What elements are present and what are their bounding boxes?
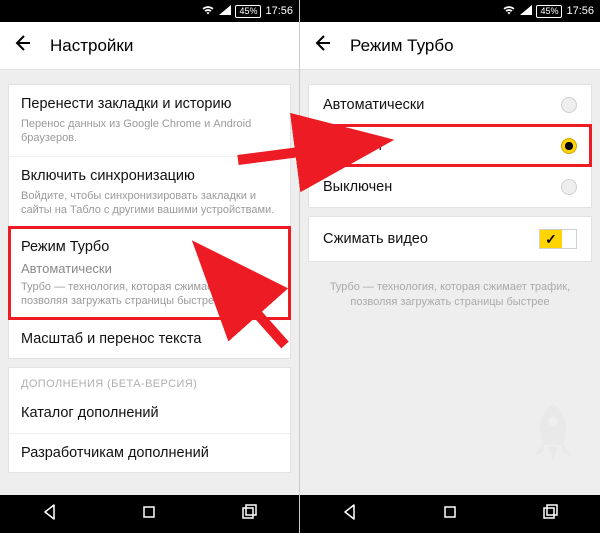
option-label: Включен bbox=[323, 138, 382, 154]
setting-value: Автоматически bbox=[21, 261, 278, 276]
android-navbar bbox=[300, 495, 600, 533]
android-navbar bbox=[0, 495, 299, 533]
option-label: Автоматически bbox=[323, 97, 424, 113]
setting-label: Включить синхронизацию bbox=[21, 167, 278, 185]
page-title: Режим Турбо bbox=[350, 36, 454, 56]
status-time: 17:56 bbox=[265, 5, 293, 17]
status-time: 17:56 bbox=[566, 5, 594, 17]
signal-icon bbox=[520, 5, 532, 18]
rocket-icon bbox=[518, 398, 588, 473]
wifi-icon bbox=[502, 5, 516, 18]
signal-icon bbox=[219, 5, 231, 18]
setting-turbo-mode[interactable]: Режим Турбо Автоматически Турбо — технол… bbox=[9, 227, 290, 319]
back-icon[interactable] bbox=[12, 33, 32, 59]
option-label: Выключен bbox=[323, 179, 392, 195]
option-compress-video[interactable]: Сжимать видео ✓ bbox=[309, 217, 591, 261]
turbo-content: Автоматически Включен Выключен Сжимать в… bbox=[300, 70, 600, 495]
nav-recent-icon[interactable] bbox=[240, 503, 258, 526]
battery-level: 45% bbox=[536, 5, 562, 18]
setting-desc: Турбо — технология, которая сжимает траф… bbox=[21, 280, 278, 310]
setting-label: Режим Турбо bbox=[21, 238, 278, 256]
page-title: Настройки bbox=[50, 36, 133, 56]
nav-home-icon[interactable] bbox=[441, 503, 459, 526]
screen-turbo-mode: 45% 17:56 Режим Турбо Автоматически Вклю… bbox=[300, 0, 600, 533]
check-icon: ✓ bbox=[540, 230, 562, 248]
screen-settings: 45% 17:56 Настройки Перенести закладки и… bbox=[0, 0, 300, 533]
battery-level: 45% bbox=[235, 5, 261, 18]
toggle-switch[interactable]: ✓ bbox=[539, 229, 577, 249]
radio-icon bbox=[561, 179, 577, 195]
status-bar: 45% 17:56 bbox=[300, 0, 600, 22]
nav-home-icon[interactable] bbox=[140, 503, 158, 526]
setting-enable-sync[interactable]: Включить синхронизацию Войдите, чтобы си… bbox=[9, 156, 290, 228]
wifi-icon bbox=[201, 5, 215, 18]
turbo-info-text: Турбо — технология, которая сжимает траф… bbox=[300, 270, 600, 320]
setting-label: Разработчикам дополнений bbox=[21, 444, 278, 462]
app-header: Настройки bbox=[0, 22, 299, 70]
setting-label: Масштаб и перенос текста bbox=[21, 330, 278, 348]
nav-back-icon[interactable] bbox=[341, 503, 359, 526]
setting-text-scale[interactable]: Масштаб и перенос текста bbox=[9, 319, 290, 358]
radio-icon-selected bbox=[561, 138, 577, 154]
nav-recent-icon[interactable] bbox=[541, 503, 559, 526]
option-auto[interactable]: Автоматически bbox=[309, 85, 591, 125]
option-label: Сжимать видео bbox=[323, 231, 428, 247]
option-off[interactable]: Выключен bbox=[309, 166, 591, 207]
app-header: Режим Турбо bbox=[300, 22, 600, 70]
setting-label: Перенести закладки и историю bbox=[21, 95, 278, 113]
settings-content: Перенести закладки и историю Перенос дан… bbox=[0, 70, 299, 495]
radio-icon bbox=[561, 97, 577, 113]
setting-sub: Войдите, чтобы синхронизировать закладки… bbox=[21, 189, 278, 218]
nav-back-icon[interactable] bbox=[41, 503, 59, 526]
setting-sub: Перенос данных из Google Chrome и Androi… bbox=[21, 117, 278, 146]
addons-category-header: ДОПОЛНЕНИЯ (БЕТА-ВЕРСИЯ) bbox=[9, 368, 290, 394]
setting-addons-catalog[interactable]: Каталог дополнений bbox=[9, 394, 290, 432]
status-bar: 45% 17:56 bbox=[0, 0, 299, 22]
back-icon[interactable] bbox=[312, 33, 332, 59]
setting-transfer-bookmarks[interactable]: Перенести закладки и историю Перенос дан… bbox=[9, 85, 290, 156]
setting-label: Каталог дополнений bbox=[21, 404, 278, 422]
setting-addons-dev[interactable]: Разработчикам дополнений bbox=[9, 433, 290, 472]
option-on[interactable]: Включен bbox=[309, 125, 591, 166]
